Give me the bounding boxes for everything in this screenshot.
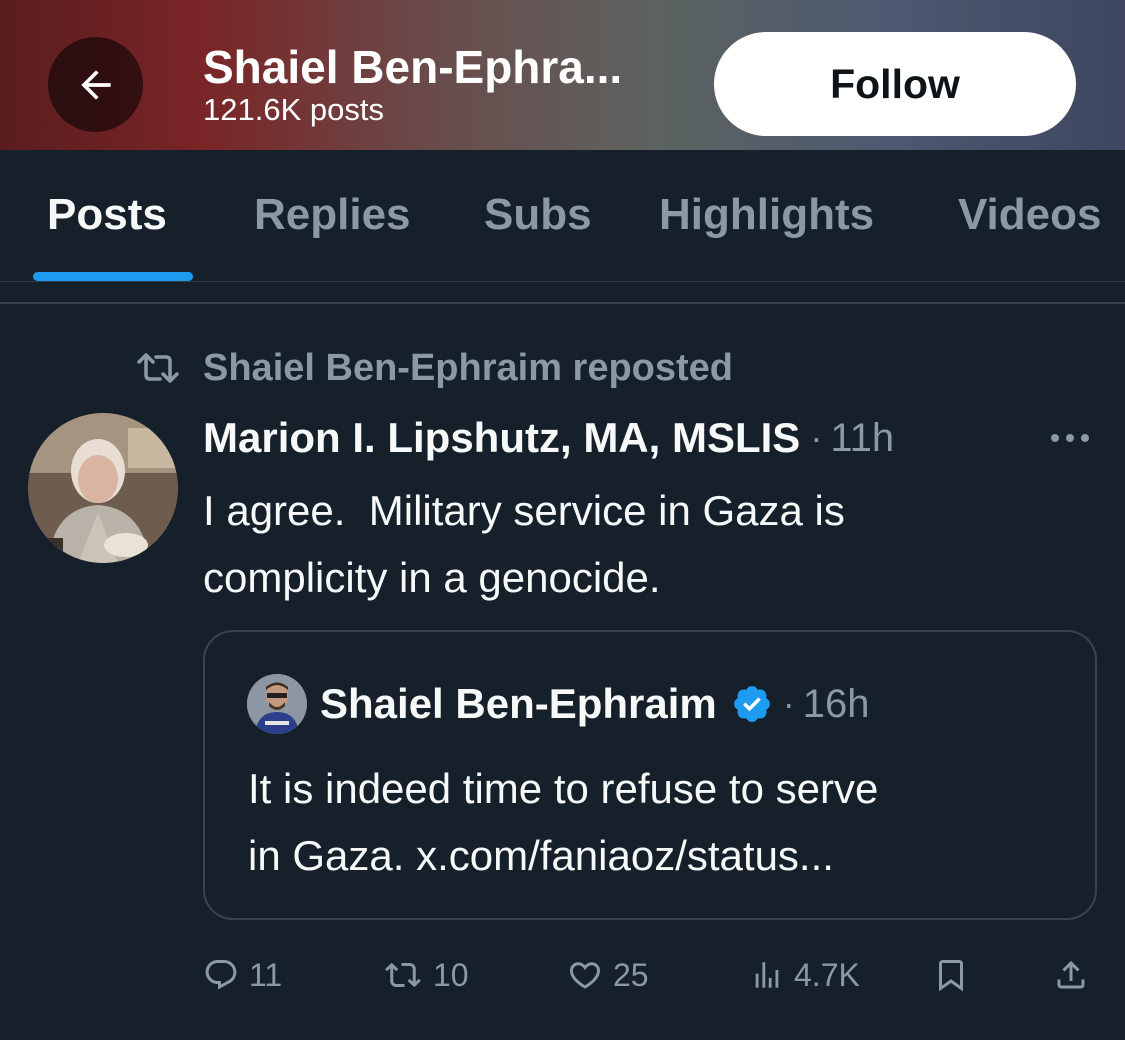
back-button[interactable] [48,37,143,132]
tabs-divider [0,281,1125,282]
share-icon [1057,960,1085,989]
post-header: Marion I. Lipshutz, MA, MSLIS · 11h [203,410,894,466]
more-options-button[interactable] [1042,418,1098,458]
post-count: 121.6K posts [203,92,384,127]
tab-highlights[interactable]: Highlights [659,190,874,240]
profile-page: Shaiel Ben-Ephra... 121.6K posts Follow … [0,0,1125,1040]
quoted-text-line: It is indeed time to refuse to serve [248,765,879,812]
repost-count: 10 [433,956,469,993]
tab-videos[interactable]: Videos [958,190,1101,240]
share-button[interactable] [1053,950,1089,1000]
repost-button[interactable]: 10 [383,950,469,1000]
views-icon [755,962,779,988]
like-icon [569,962,601,989]
post-text-line: complicity in a genocide. [203,554,661,601]
tab-posts[interactable]: Posts [47,190,167,240]
bookmark-button[interactable] [933,950,969,1000]
author-name[interactable]: Marion I. Lipshutz, MA, MSLIS [203,414,800,462]
verified-icon [731,683,773,725]
profile-name: Shaiel Ben-Ephra... [203,41,623,93]
reply-button[interactable]: 11 [203,950,282,1000]
quoted-post[interactable]: Shaiel Ben-Ephraim · 16h It is indeed ti… [203,630,1097,920]
reply-count: 11 [249,956,283,993]
back-arrow-icon [80,69,111,100]
like-button[interactable]: 25 [567,950,649,1000]
quoted-post-text: It is indeed time to refuse to serve in … [248,755,1068,889]
active-tab-indicator [33,272,193,281]
quoted-author-avatar[interactable] [247,674,307,734]
feed-divider [0,302,1125,304]
repost-label: Shaiel Ben-Ephraim reposted [203,346,734,389]
profile-header: Shaiel Ben-Ephra... 121.6K posts Follow [0,0,1125,150]
like-count: 25 [613,956,649,993]
avatar-image [247,674,307,734]
quoted-post-time[interactable]: 16h [803,682,870,727]
more-icon [1051,434,1059,442]
bookmark-icon [939,960,963,992]
repost-icon [385,962,421,988]
post-text-line: I agree. Military service in Gaza is [203,487,845,534]
reply-icon [205,960,237,990]
quoted-post-header: Shaiel Ben-Ephraim · 16h [320,674,870,734]
repost-icon [137,353,179,383]
separator-dot: · [810,417,823,458]
separator-dot: · [782,683,795,724]
quoted-author-name[interactable]: Shaiel Ben-Ephraim [320,680,717,728]
tab-replies[interactable]: Replies [254,190,411,240]
tab-subs[interactable]: Subs [484,190,592,240]
follow-button[interactable]: Follow [714,32,1076,136]
repost-context[interactable]: Shaiel Ben-Ephraim reposted [135,345,733,391]
author-avatar[interactable] [28,413,178,563]
views-count: 4.7K [794,956,860,993]
avatar-image [28,413,178,563]
views-button[interactable]: 4.7K [750,950,860,1000]
post-text: I agree. Military service in Gaza is com… [203,477,1083,611]
profile-tabs: Posts Replies Subs Highlights Videos [0,150,1125,282]
quoted-text-line: in Gaza. x.com/faniaoz/status... [248,832,834,879]
post-time[interactable]: 11h [830,416,894,461]
